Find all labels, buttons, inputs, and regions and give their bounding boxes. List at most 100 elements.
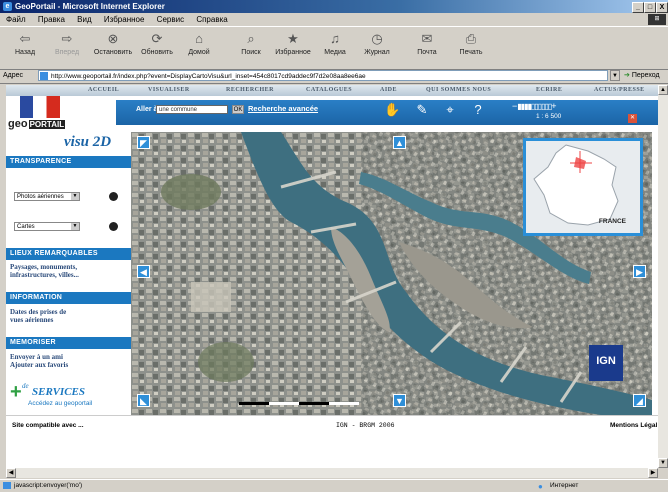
- go-button[interactable]: ➔ Переход: [624, 69, 660, 83]
- aller-label: Aller à: [136, 106, 158, 113]
- nav-visualiser[interactable]: VISUALISER: [148, 85, 190, 96]
- nav-accueil[interactable]: ACCUEIL: [88, 85, 119, 96]
- address-input[interactable]: http://www.geoportail.fr/index.php?event…: [38, 70, 608, 81]
- pan-south-button[interactable]: ▼: [393, 394, 406, 407]
- dropdown-arrow-icon: ▼: [71, 193, 79, 200]
- favorites-button[interactable]: ★ Избранное: [272, 31, 314, 56]
- advanced-search-link[interactable]: Recherche avancée: [248, 104, 318, 113]
- back-button[interactable]: ⇦ Назад: [4, 31, 46, 56]
- memoriser-heading: MEMORISER: [6, 337, 131, 349]
- pan-south-west-button[interactable]: ◣: [137, 394, 150, 407]
- pan-north-button[interactable]: ▲: [393, 136, 406, 149]
- minimize-button[interactable]: _: [632, 2, 644, 13]
- address-label: Адрес: [3, 72, 24, 79]
- media-button[interactable]: ♫ Медиа: [314, 31, 356, 56]
- nav-qui-sommes-nous[interactable]: QUI SOMMES NOUS: [426, 85, 491, 96]
- menu-file[interactable]: Файл: [6, 15, 26, 24]
- internet-zone-icon: ●: [538, 482, 543, 491]
- services-title[interactable]: SERVICES: [32, 386, 85, 398]
- memoriser-links: Envoyer à un ami Ajouter aux favoris: [10, 353, 68, 369]
- opacity-handle-photos[interactable]: [109, 192, 118, 201]
- measure-icon[interactable]: ✎: [414, 102, 430, 118]
- mail-button[interactable]: ✉ Почта: [406, 31, 448, 56]
- stop-button[interactable]: ⊗ Остановить: [92, 31, 134, 56]
- horizontal-scrollbar[interactable]: ◀ ▶: [6, 468, 658, 478]
- ign-logo: IGN: [589, 345, 623, 381]
- services-prefix: de: [22, 382, 29, 390]
- opacity-handle-cartes[interactable]: [109, 222, 118, 231]
- menu-tools[interactable]: Сервис: [157, 15, 184, 24]
- zoom-in-button[interactable]: +: [551, 101, 556, 111]
- scroll-right-button[interactable]: ▶: [648, 468, 658, 478]
- dropdown-arrow-icon: ▼: [71, 223, 79, 230]
- transparence-heading: TRANSPARENCE: [6, 156, 131, 168]
- page-footer: Site compatible avec ... IGN - BRGM 2006…: [6, 415, 658, 438]
- home-button[interactable]: ⌂ Домой: [178, 31, 220, 56]
- print-icon: ⎙: [465, 31, 477, 46]
- address-bar: Адрес http://www.geoportail.fr/index.php…: [0, 69, 668, 84]
- go-arrow-icon: ➔: [624, 72, 630, 79]
- information-heading[interactable]: INFORMATION: [6, 292, 131, 304]
- layer-select-photos[interactable]: Photos aériennes ▼: [14, 192, 80, 201]
- zoom-slider[interactable]: −▮▮▮▮▯▯▯▯▯▯+: [512, 101, 557, 111]
- windows-logo-icon: ⊞: [648, 14, 666, 25]
- status-bar: javascript:envoyer('mo') ● Интернет: [0, 479, 668, 491]
- nav-rechercher[interactable]: RECHERCHER: [226, 85, 274, 96]
- aerial-map[interactable]: ◤ ▲ ◀ ▶ ◣ ▼ ◢ FRANCE IGN: [131, 132, 652, 415]
- pan-east-button[interactable]: ▶: [633, 265, 646, 278]
- home-icon: ⌂: [195, 31, 203, 46]
- pan-south-east-button[interactable]: ◢: [633, 394, 646, 407]
- ok-button[interactable]: OK: [232, 105, 244, 114]
- menu-help[interactable]: Справка: [196, 15, 227, 24]
- lieux-heading[interactable]: LIEUX REMARQUABLES: [6, 248, 131, 260]
- information-text[interactable]: Dates des prises de vues aériennes: [10, 308, 66, 324]
- history-button[interactable]: ◷ Журнал: [356, 31, 398, 56]
- layer-select-cartes[interactable]: Cartes ▼: [14, 222, 80, 231]
- forward-button[interactable]: ⇨ Вперед: [46, 31, 88, 56]
- french-flag-logo: [20, 96, 60, 118]
- close-button[interactable]: X: [656, 2, 668, 13]
- overview-map[interactable]: FRANCE: [523, 138, 643, 236]
- nav-ecrire[interactable]: ECRIRE: [536, 85, 562, 96]
- copyright-text: IGN - BRGM 2006: [336, 422, 395, 429]
- mail-icon: ✉: [421, 31, 433, 46]
- pointer-icon[interactable]: ⌖: [442, 102, 458, 118]
- menu-edit[interactable]: Правка: [38, 15, 65, 24]
- zoom-track-icon: ▮▮▮▮▯▯▯▯▯▯: [517, 102, 552, 111]
- lieux-text[interactable]: Paysages, monuments, infrastructures, vil…: [10, 263, 79, 279]
- page-status-icon: [3, 482, 11, 489]
- pan-north-west-button[interactable]: ◤: [137, 136, 150, 149]
- scale-label: 1 : 6 500: [536, 113, 562, 120]
- nav-catalogues[interactable]: CATALOGUES: [306, 85, 352, 96]
- page-icon: [40, 72, 48, 80]
- commune-input[interactable]: une commune: [156, 105, 228, 114]
- nav-aide[interactable]: AIDE: [380, 85, 397, 96]
- pan-hand-icon[interactable]: ✋: [384, 102, 400, 118]
- maximize-button[interactable]: □: [644, 2, 656, 13]
- refresh-button[interactable]: ⟳ Обновить: [136, 31, 178, 56]
- pan-west-button[interactable]: ◀: [137, 265, 150, 278]
- help-icon[interactable]: ?: [470, 102, 486, 118]
- visu-2d-title: visu 2D: [64, 134, 112, 150]
- close-panel-icon[interactable]: ✕: [628, 114, 637, 123]
- window-title: GeoPortail - Microsoft Internet Explorer: [15, 2, 165, 11]
- compatibility-link[interactable]: Site compatible avec ...: [12, 422, 84, 429]
- site-header: geo PORTAIL Aller à une commune OK Recher…: [6, 96, 658, 132]
- legal-mentions-link[interactable]: Mentions Légal: [610, 422, 657, 429]
- address-dropdown-button[interactable]: ▼: [610, 70, 620, 81]
- scroll-up-button[interactable]: ▲: [658, 85, 668, 95]
- toolbar: ⇦ Назад ⇨ Вперед ⊗ Остановить ⟳ Обновить ⌂ До…: [0, 26, 668, 70]
- vertical-scrollbar[interactable]: ▲ ▼: [658, 85, 668, 468]
- favorites-icon: ★: [287, 31, 299, 46]
- menu-view[interactable]: Вид: [77, 15, 91, 24]
- send-friend-link[interactable]: Envoyer à un ami: [10, 353, 68, 361]
- scroll-left-button[interactable]: ◀: [6, 468, 16, 478]
- add-favorites-link[interactable]: Ajouter aux favoris: [10, 361, 68, 369]
- geoportail-logo[interactable]: geo PORTAIL: [8, 118, 66, 130]
- menu-favorites[interactable]: Избранное: [104, 15, 145, 24]
- scroll-down-button[interactable]: ▼: [658, 458, 668, 468]
- nav-actus-presse[interactable]: ACTUS/PRESSE: [594, 85, 645, 96]
- services-subtitle[interactable]: Accédez au geoportail: [28, 400, 92, 407]
- search-button[interactable]: ⌕ Поиск: [230, 31, 272, 56]
- print-button[interactable]: ⎙ Печать: [450, 31, 492, 56]
